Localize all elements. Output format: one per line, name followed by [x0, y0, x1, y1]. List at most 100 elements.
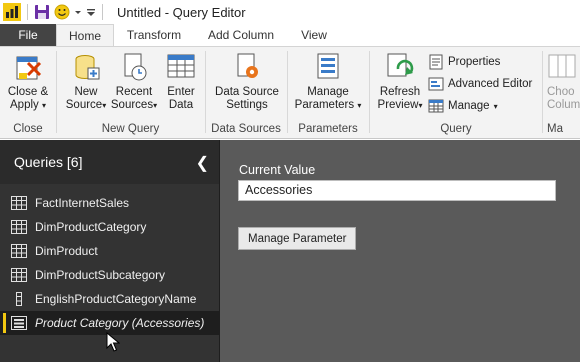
data-source-settings-label-2: Settings: [226, 99, 268, 111]
chevron-down-icon: ▾: [493, 101, 498, 111]
new-query-group: New Source▾ Recent Sources▾ Enter Data N…: [57, 47, 204, 138]
tab-add-column[interactable]: Add Column: [196, 24, 286, 46]
properties-label: Properties: [448, 56, 501, 68]
manage-parameter-button[interactable]: Manage Parameter: [238, 227, 357, 250]
queries-title: Queries [6]: [14, 154, 83, 170]
ribbon-tabs: File Home Transform Add Column View: [0, 24, 580, 46]
data-source-settings-icon: [237, 53, 258, 78]
chevron-down-icon: ▾: [102, 101, 107, 110]
list-icon: [16, 292, 22, 306]
advanced-editor-label: Advanced Editor: [448, 78, 533, 90]
manage-parameters-button[interactable]: Manage Parameters ▾: [290, 51, 366, 112]
manage-button[interactable]: Manage ▾: [428, 98, 498, 114]
new-query-group-label: New Query: [101, 123, 160, 135]
close-apply-label-1: Close &: [7, 86, 49, 98]
query-group-label: Query: [440, 123, 472, 135]
queries-pane: Queries [6] ❮ FactInternetSales DimProdu…: [0, 140, 219, 362]
enter-data-button[interactable]: Enter Data: [161, 51, 201, 112]
new-source-label-1: New: [74, 86, 98, 98]
manage-parameters-icon: [317, 53, 339, 79]
manage-columns-group-label: Ma: [547, 123, 563, 135]
query-item-label: DimProductCategory: [35, 220, 147, 234]
enter-data-label-2: Data: [168, 99, 194, 111]
quick-access-toolbar: [34, 4, 96, 20]
smiley-feedback-icon[interactable]: [54, 4, 70, 20]
dropdown-caret-icon[interactable]: [74, 4, 82, 20]
enter-data-table-icon: [167, 54, 195, 78]
query-item-label: Product Category (Accessories): [35, 316, 205, 330]
current-value-label: Current Value: [239, 163, 316, 177]
recent-sources-label-1: Recent: [115, 86, 153, 98]
choose-columns-button[interactable]: Choo Colum: [547, 51, 580, 112]
query-item-label: EnglishProductCategoryName: [35, 292, 197, 306]
mouse-cursor-icon: [106, 332, 120, 352]
close-apply-label-2: Apply: [10, 99, 39, 111]
query-item[interactable]: DimProduct: [0, 239, 219, 263]
manage-parameters-label-1: Manage: [307, 86, 349, 98]
close-apply-button[interactable]: Close & Apply ▾: [4, 51, 52, 112]
save-icon[interactable]: [34, 4, 50, 20]
tab-file[interactable]: File: [0, 24, 56, 46]
chevron-down-icon: ▾: [357, 101, 362, 110]
close-group-label: Close: [13, 123, 43, 135]
data-source-settings-label-1: Data Source: [215, 86, 279, 98]
table-icon: [11, 196, 27, 210]
window-title: Untitled - Query Editor: [117, 4, 246, 20]
query-group: Refresh Preview▾ Properties Advanced Edi…: [370, 47, 542, 138]
title-separator: [27, 4, 28, 20]
recent-sources-icon: [124, 53, 147, 81]
manage-columns-group: Choo Colum Ma: [543, 47, 580, 138]
title-bar: Untitled - Query Editor: [0, 0, 580, 24]
tab-home[interactable]: Home: [56, 24, 114, 46]
tab-view[interactable]: View: [290, 24, 338, 46]
parameter-editor-pane: Current Value Accessories Manage Paramet…: [219, 140, 580, 362]
data-source-settings-button[interactable]: Data Source Settings: [210, 51, 284, 112]
choose-columns-icon: [548, 54, 576, 78]
advanced-editor-icon: [428, 77, 444, 91]
query-item[interactable]: DimProductCategory: [0, 215, 219, 239]
customize-toolbar-icon[interactable]: [86, 4, 96, 20]
manage-table-icon: [428, 99, 444, 113]
query-item-label: FactInternetSales: [35, 196, 130, 210]
recent-sources-label-2: Sources: [110, 99, 154, 111]
choose-columns-label-2: Colum: [547, 99, 580, 111]
parameters-group-label: Parameters: [298, 123, 358, 135]
new-source-label-2: Source: [65, 99, 103, 111]
close-group: Close & Apply ▾ Close: [0, 47, 56, 138]
table-icon: [11, 268, 27, 282]
table-icon: [11, 244, 27, 258]
query-item[interactable]: DimProductSubcategory: [0, 263, 219, 287]
advanced-editor-button[interactable]: Advanced Editor: [428, 76, 532, 92]
queries-header: Queries [6] ❮: [0, 140, 219, 184]
query-item[interactable]: EnglishProductCategoryName: [0, 287, 219, 311]
choose-columns-label-1: Choo: [547, 86, 575, 98]
close-apply-icon: [16, 56, 42, 80]
chevron-down-icon: ▾: [41, 101, 46, 110]
refresh-preview-button[interactable]: Refresh Preview▾: [374, 51, 426, 112]
properties-icon: [429, 54, 443, 70]
title-separator-2: [102, 4, 103, 20]
manage-parameters-label-2: Parameters: [294, 99, 355, 111]
data-sources-group: Data Source Settings Data Sources: [206, 47, 286, 138]
database-icon: [75, 55, 100, 80]
collapse-pane-icon[interactable]: ❮: [196, 153, 209, 173]
refresh-icon: [387, 53, 414, 77]
chevron-down-icon: ▾: [153, 101, 158, 110]
query-item-label: DimProductSubcategory: [35, 268, 166, 282]
query-item[interactable]: FactInternetSales: [0, 191, 219, 215]
tab-transform[interactable]: Transform: [116, 24, 192, 46]
data-sources-group-label: Data Sources: [211, 123, 281, 135]
recent-sources-button[interactable]: Recent Sources▾: [109, 51, 159, 112]
power-bi-app-icon: [3, 3, 21, 21]
manage-label: Manage: [448, 100, 490, 112]
refresh-preview-label-1: Refresh: [379, 86, 421, 98]
new-source-button[interactable]: New Source▾: [63, 51, 109, 112]
enter-data-label-1: Enter: [167, 86, 195, 98]
refresh-preview-label-2: Preview: [377, 99, 419, 111]
properties-button[interactable]: Properties: [428, 54, 500, 70]
query-item-label: DimProduct: [35, 244, 98, 258]
ribbon: Close & Apply ▾ Close New Source▾ Recent…: [0, 46, 580, 139]
parameter-icon: [11, 316, 27, 330]
current-value-field[interactable]: Accessories: [238, 180, 556, 201]
chevron-down-icon: ▾: [418, 101, 423, 110]
